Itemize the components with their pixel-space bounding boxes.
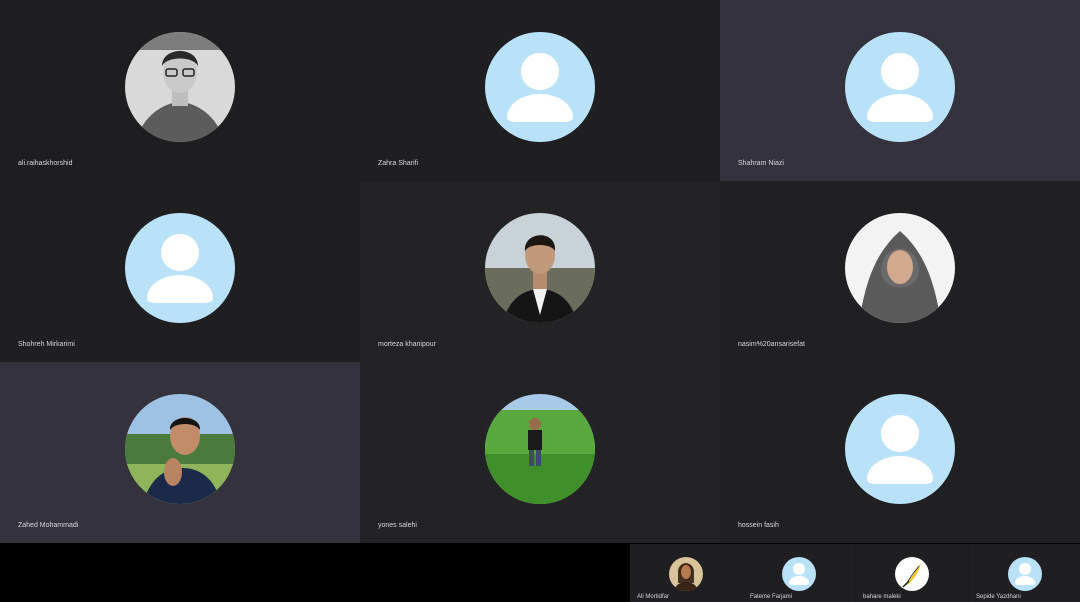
participant-name: nasim%20ansarisefat (738, 341, 805, 348)
participant-tile[interactable]: Zahra Sharifi (360, 0, 720, 181)
participant-tile[interactable]: hossein fasih (720, 362, 1080, 543)
strip-participant-tile[interactable]: Ali Mortidfar (630, 544, 742, 602)
participant-tile[interactable]: nasim%20ansarisefat (720, 181, 1080, 362)
avatar (895, 557, 929, 591)
default-user-icon (845, 32, 955, 142)
participant-name: Shohreh Mirkarimi (18, 341, 75, 348)
avatar-photo-icon (485, 394, 595, 504)
avatar-photo-icon (485, 213, 595, 323)
default-user-icon (782, 557, 816, 591)
participant-name: hossein fasih (738, 522, 779, 529)
default-user-icon (485, 32, 595, 142)
participant-name: bahare maleki (863, 594, 901, 600)
avatar-photo-icon (125, 394, 235, 504)
avatar-photo-icon (669, 557, 703, 591)
participant-name: Ali Mortidfar (637, 594, 670, 600)
participant-tile[interactable]: yones salehi (360, 362, 720, 543)
avatar-photo-icon (845, 213, 955, 323)
participant-tile[interactable]: morteza khanipour (360, 181, 720, 362)
avatar (485, 213, 595, 323)
participant-name: Sepide Yazdhani (976, 594, 1021, 600)
feather-logo-icon (895, 557, 929, 591)
avatar (125, 394, 235, 504)
participant-strip: Ali Mortidfar Fateme Farjami bahare male… (630, 544, 1080, 602)
avatar-photo-icon (125, 32, 235, 142)
avatar (485, 394, 595, 504)
participant-tile[interactable]: Shahram Niazi (720, 0, 1080, 181)
default-user-icon (125, 213, 235, 323)
participant-name: morteza khanipour (378, 341, 436, 348)
strip-participant-tile[interactable]: Fateme Farjami (743, 544, 855, 602)
participant-name: Shahram Niazi (738, 160, 784, 167)
default-user-icon (845, 394, 955, 504)
participant-name: Zahra Sharifi (378, 160, 419, 167)
participant-name: yones salehi (378, 522, 417, 529)
strip-participant-tile[interactable]: bahare maleki (856, 544, 968, 602)
default-user-icon (1008, 557, 1042, 591)
participant-tile[interactable]: Zahed Mohammadi (0, 362, 360, 543)
participant-grid: ali.raihaskhorshid Zahra Sharifi Shahram… (0, 0, 1080, 544)
strip-participant-tile[interactable]: Sepide Yazdhani (969, 544, 1080, 602)
participant-tile[interactable]: Shohreh Mirkarimi (0, 181, 360, 362)
avatar (845, 213, 955, 323)
participant-name: Fateme Farjami (750, 594, 793, 600)
participant-name: Zahed Mohammadi (18, 522, 79, 529)
participant-tile[interactable]: ali.raihaskhorshid (0, 0, 360, 181)
avatar (669, 557, 703, 591)
participant-name: ali.raihaskhorshid (18, 160, 73, 167)
avatar (125, 32, 235, 142)
